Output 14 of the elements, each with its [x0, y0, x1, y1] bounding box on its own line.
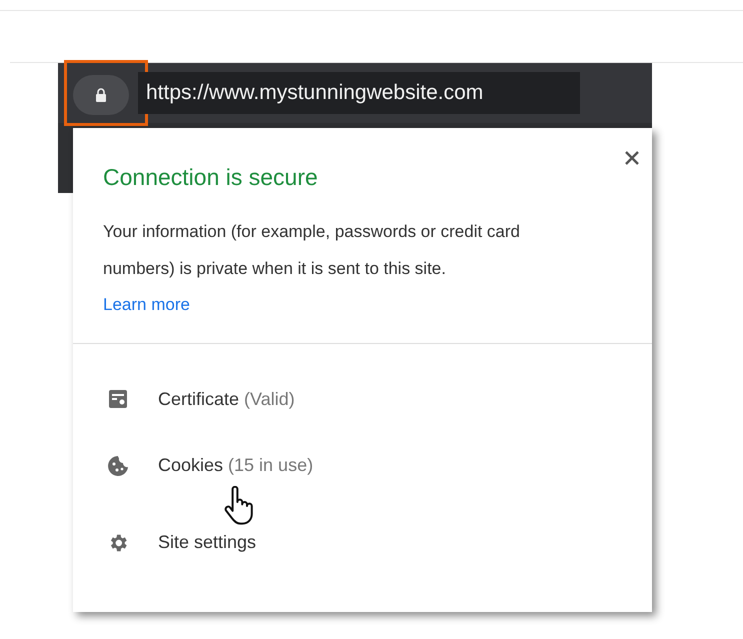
lock-button[interactable]	[73, 75, 129, 115]
learn-more-link[interactable]: Learn more	[103, 295, 190, 314]
hand-cursor-icon	[223, 486, 255, 526]
close-icon[interactable]	[624, 150, 640, 166]
certificate-icon	[107, 388, 129, 410]
menu-item[interactable]: Cookies (15 in use)	[158, 455, 314, 476]
popup-title: Connection is secure	[103, 164, 319, 191]
cookie-icon	[107, 454, 129, 476]
lock-icon	[95, 88, 107, 102]
menu-item[interactable]: Site settings	[158, 532, 256, 553]
menu-item[interactable]: Certificate (Valid)	[158, 388, 295, 410]
url-text: https://www.mystunningwebsite.com	[146, 81, 484, 105]
address-field[interactable]: https://www.mystunningwebsite.com	[138, 72, 580, 114]
description-text: Your information (for example, passwords or credit card numbers) is private when it is sent to this site.	[103, 221, 521, 280]
